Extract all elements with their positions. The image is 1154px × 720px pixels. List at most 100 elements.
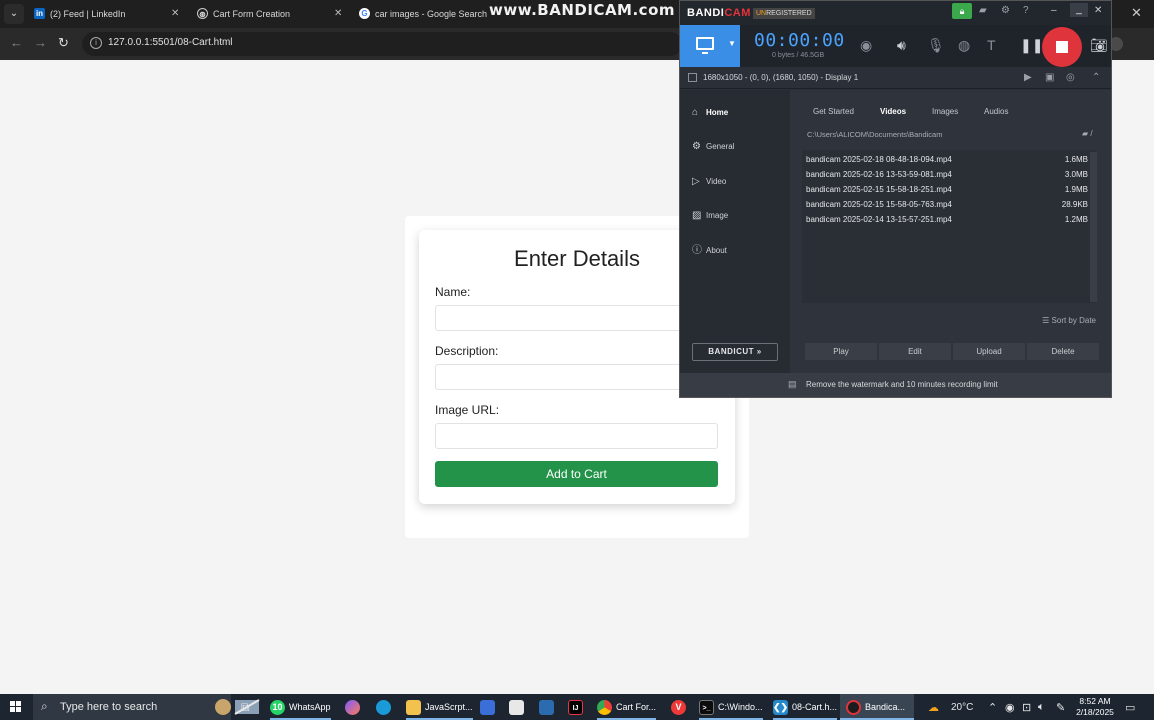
close-tab-icon[interactable]: ✕ bbox=[334, 3, 342, 25]
notification-icon[interactable]: ▭ bbox=[1125, 701, 1135, 714]
taskbar-label: Cart For... bbox=[616, 702, 657, 712]
bandicam-sidebar: ⌂ Home ⚙ General ▷ Video ▨ Image ⓘ About BAND… bbox=[680, 90, 790, 373]
system-clock[interactable]: 8:52 AM 2/18/2025 bbox=[1076, 696, 1114, 718]
windows-start-icon[interactable] bbox=[10, 701, 22, 713]
temperature[interactable]: 20°C bbox=[951, 702, 973, 713]
task-view-icon[interactable]: ⧉ bbox=[241, 700, 250, 715]
edit-button[interactable]: Edit bbox=[879, 343, 951, 360]
tab-audios[interactable]: Audios bbox=[984, 107, 1008, 116]
taskbar-chrome[interactable]: Cart For... bbox=[597, 694, 657, 720]
google-icon: G bbox=[359, 8, 370, 19]
area-checkbox[interactable] bbox=[688, 73, 697, 82]
lock-icon[interactable]: 🔒︎ bbox=[952, 3, 972, 19]
help-icon[interactable]: ? bbox=[1023, 5, 1029, 16]
sidebar-item-about[interactable]: ⓘ About bbox=[692, 244, 727, 258]
reload-icon[interactable]: ↻ bbox=[58, 35, 69, 51]
info-icon: ⓘ bbox=[692, 245, 702, 256]
tab-get-started[interactable]: Get Started bbox=[813, 107, 854, 116]
site-info-icon[interactable]: i bbox=[90, 37, 102, 49]
sidebar-item-home[interactable]: ⌂ Home bbox=[692, 106, 728, 120]
list-item[interactable]: bandicam 2025-02-14 13-15-57-251.mp4 1.2… bbox=[806, 213, 1088, 227]
file-name: bandicam 2025-02-15 15-58-05-763.mp4 bbox=[806, 200, 952, 209]
broadcast-icon[interactable]: ◎ bbox=[1066, 72, 1075, 83]
chevron-down-icon[interactable]: ▼ bbox=[728, 39, 736, 48]
taskbar-whatsapp[interactable]: 10 WhatsApp bbox=[270, 694, 331, 720]
forward-arrow-icon[interactable]: → bbox=[34, 35, 47, 50]
bandicut-button[interactable]: BANDICUT » bbox=[692, 343, 778, 361]
tab-images[interactable]: Images bbox=[932, 107, 958, 116]
weather-icon[interactable]: ☁ bbox=[928, 701, 939, 714]
taskbar-notepad[interactable] bbox=[509, 694, 528, 720]
taskbar-store[interactable] bbox=[480, 694, 499, 720]
sidebar-item-video[interactable]: ▷ Video bbox=[692, 175, 726, 189]
close-icon[interactable]: ✕ bbox=[1094, 5, 1102, 16]
list-item[interactable]: bandicam 2025-02-15 15-58-05-763.mp4 28.… bbox=[806, 198, 1088, 212]
delete-button[interactable]: Delete bbox=[1027, 343, 1099, 360]
minimize-tray-icon[interactable]: _ bbox=[1070, 3, 1088, 17]
chevron-up-icon[interactable]: ⌃ bbox=[988, 701, 997, 714]
taskbar-file-explorer[interactable]: JavaScrpt... bbox=[406, 694, 473, 720]
folder-icon[interactable]: ▰ bbox=[979, 5, 987, 16]
list-item[interactable]: bandicam 2025-02-16 13-53-59-081.mp4 3.0… bbox=[806, 168, 1088, 182]
name-input[interactable] bbox=[435, 305, 718, 331]
terminal-icon: >_ bbox=[699, 700, 714, 716]
copilot-icon bbox=[345, 700, 360, 716]
text-overlay-icon[interactable]: T bbox=[987, 37, 996, 53]
taskbar-search[interactable]: ⌕ Type here to search bbox=[33, 694, 260, 720]
list-item[interactable]: bandicam 2025-02-18 08-48-18-094.mp4 1.6… bbox=[806, 153, 1088, 167]
close-tab-icon[interactable]: ✕ bbox=[171, 3, 179, 25]
bandicam-footer[interactable]: ▤ Remove the watermark and 10 minutes re… bbox=[680, 373, 1111, 397]
taskbar-vivaldi[interactable]: V bbox=[671, 694, 690, 720]
play-button[interactable]: Play bbox=[805, 343, 877, 360]
tab-linkedin[interactable]: in (2) Feed | LinkedIn ✕ bbox=[34, 3, 184, 25]
taskbar-edge[interactable] bbox=[376, 694, 395, 720]
upload-button[interactable]: Upload bbox=[953, 343, 1025, 360]
settings-icon[interactable]: ⚙ bbox=[1001, 5, 1010, 16]
back-arrow-icon[interactable]: ← bbox=[10, 35, 23, 50]
add-to-cart-button[interactable]: Add to Cart bbox=[435, 461, 718, 487]
pen-icon[interactable]: ✎ bbox=[1056, 701, 1065, 714]
list-item[interactable]: bandicam 2025-02-15 15-58-18-251.mp4 1.9… bbox=[806, 183, 1088, 197]
camera-icon[interactable]: 📷︎ bbox=[1090, 37, 1108, 54]
taskbar-copilot[interactable] bbox=[345, 694, 364, 720]
collapse-icon[interactable]: ⌃ bbox=[1092, 72, 1100, 83]
sidebar-item-general[interactable]: ⚙ General bbox=[692, 140, 734, 154]
linkedin-icon: in bbox=[34, 8, 45, 19]
sidebar-item-image[interactable]: ▨ Image bbox=[692, 209, 728, 223]
network-icon[interactable]: ⊡ bbox=[1022, 701, 1031, 714]
taskbar-command-prompt[interactable]: >_ C:\Windo... bbox=[699, 694, 763, 720]
tab-cart-form-creation[interactable]: ⊛ Cart Form Creation ✕ bbox=[197, 3, 347, 25]
taskbar-app[interactable] bbox=[539, 694, 558, 720]
stop-record-button[interactable] bbox=[1042, 27, 1082, 67]
open-folder-icon[interactable]: ▰ / bbox=[1082, 129, 1093, 138]
url-field[interactable]: i 127.0.0.1:5501/08-Cart.html bbox=[82, 32, 682, 56]
store-icon bbox=[480, 700, 495, 716]
tab-search-button[interactable]: ⌄ bbox=[4, 4, 24, 24]
pause-icon[interactable]: ❚❚ bbox=[1020, 37, 1043, 54]
volume-icon[interactable]: 🔈︎ bbox=[1038, 701, 1045, 714]
sort-by-date[interactable]: ☰ Sort by Date bbox=[1042, 316, 1096, 325]
home-icon: ⌂ bbox=[692, 107, 699, 118]
tab-google-search[interactable]: G car images - Google Search bbox=[359, 3, 487, 25]
taskbar-bandicam[interactable]: Bandica... bbox=[840, 694, 914, 720]
record-tray-icon[interactable]: ◉ bbox=[1005, 701, 1015, 714]
speaker-icon[interactable]: 🔊︎ bbox=[897, 37, 906, 54]
bandicam-watermark: www.BANDICAM.com bbox=[489, 1, 676, 19]
taskbar-intellij[interactable]: IJ bbox=[568, 694, 587, 720]
video-camera-icon[interactable]: ▶ bbox=[1024, 72, 1032, 83]
screen-mode-button[interactable]: ▼ bbox=[680, 25, 740, 67]
scrollbar[interactable] bbox=[1090, 152, 1097, 302]
picture-icon[interactable]: ▣ bbox=[1045, 72, 1054, 83]
description-label: Description: bbox=[435, 344, 499, 358]
description-input[interactable] bbox=[435, 364, 718, 390]
vivaldi-icon: V bbox=[671, 700, 686, 716]
minimize-icon[interactable]: – bbox=[1051, 5, 1057, 16]
image-url-input[interactable] bbox=[435, 423, 718, 449]
browser-close-icon[interactable]: ✕ bbox=[1131, 5, 1142, 21]
taskbar-vscode[interactable]: ❮❯ 08-Cart.h... bbox=[773, 694, 838, 720]
webcam-icon[interactable]: ◉ bbox=[860, 37, 872, 54]
microphone-icon[interactable]: 🎙︎ bbox=[927, 37, 945, 54]
tab-videos[interactable]: Videos bbox=[880, 107, 906, 116]
bandicam-main-panel: Get Started Videos Images Audios C:\User… bbox=[790, 90, 1111, 373]
mouse-effect-icon[interactable]: ◍ bbox=[958, 37, 970, 54]
